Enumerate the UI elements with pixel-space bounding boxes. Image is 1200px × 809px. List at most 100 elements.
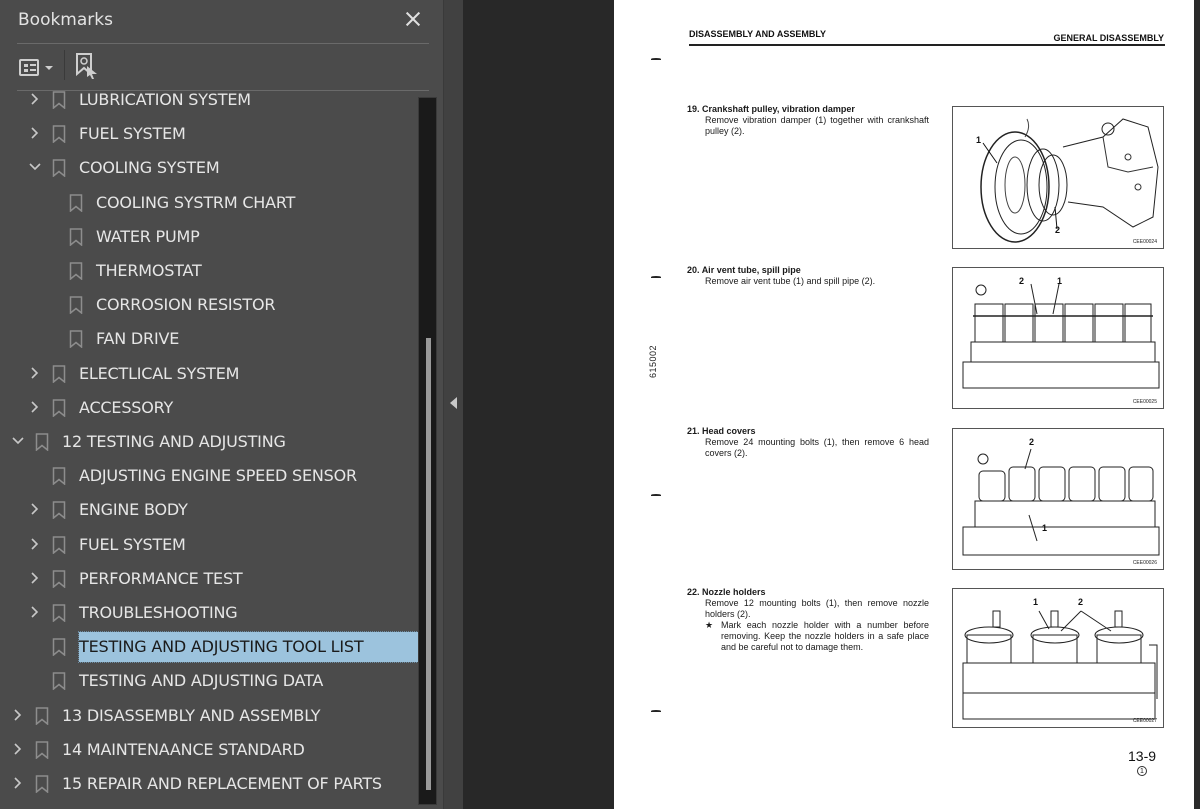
bookmark-item[interactable]: ENGINE BODY	[0, 493, 418, 527]
callout-label: 1	[1042, 523, 1048, 533]
callout-label: 1	[1057, 276, 1063, 286]
figure-crankshaft-pulley: 1 2 CEE00024	[952, 106, 1164, 249]
toolbar-divider	[64, 50, 65, 80]
binding-mark	[651, 58, 661, 60]
bookmark-icon	[52, 501, 66, 520]
bookmark-item[interactable]: COOLING SYSTRM CHART	[0, 186, 418, 220]
find-current-bookmark-icon	[76, 53, 97, 79]
figure-code: CEE00024	[1132, 239, 1157, 245]
bookmark-item[interactable]: 14 MAINTENAANCE STANDARD	[0, 733, 418, 767]
options-menu-button[interactable]	[17, 54, 59, 80]
figure-code: CEE00025	[1132, 399, 1157, 405]
callout-label: 2	[1029, 437, 1035, 447]
bookmark-item[interactable]: LUBRICATION SYSTEM	[0, 91, 418, 117]
bookmark-item[interactable]: FAN DRIVE	[0, 322, 418, 356]
cylinder-head-illustration	[962, 283, 1160, 389]
binding-mark	[651, 276, 661, 278]
binding-mark	[651, 710, 661, 712]
bookmark-icon	[35, 741, 49, 760]
step-number: 22.	[687, 587, 700, 597]
close-icon[interactable]	[400, 6, 426, 32]
header-rule	[689, 44, 1165, 46]
bookmark-label: ACCESSORY	[79, 397, 174, 417]
bookmarks-scrollbar[interactable]	[418, 97, 437, 805]
bookmark-icon	[52, 159, 66, 178]
bookmark-label: TESTING AND ADJUSTING DATA	[79, 671, 324, 691]
side-code: 615002	[648, 344, 658, 378]
chevron-right-icon[interactable]	[28, 126, 42, 140]
chevron-down-icon	[45, 66, 53, 70]
figure-nozzle-holders: 1 2 CEE00027	[952, 588, 1164, 728]
step-22: 22. Nozzle holders Remove 12 mounting bo…	[687, 587, 929, 653]
figure-code: CEE00026	[1132, 560, 1157, 566]
step-body: Remove 24 mounting bolts (1), then remov…	[705, 437, 929, 458]
bookmark-item[interactable]: 13 DISASSEMBLY AND ASSEMBLY	[0, 699, 418, 733]
figure-air-vent-tube: 2 1 CEE00025	[952, 267, 1164, 409]
bookmark-item[interactable]: COOLING SYSTEM	[0, 151, 418, 185]
page-header-left: DISASSEMBLY AND ASSEMBLY	[689, 29, 827, 39]
callout-label: 1	[976, 135, 982, 145]
collapse-panel-button[interactable]	[443, 0, 463, 809]
bookmark-item[interactable]: PERFORMANCE TEST	[0, 562, 418, 596]
chevron-right-icon[interactable]	[11, 776, 25, 790]
bookmark-label: TROUBLESHOOTING	[79, 603, 238, 622]
bookmark-tree: LUBRICATION SYSTEM FUEL SYSTEM COOLING SYS…	[0, 91, 418, 809]
bookmark-icon	[52, 125, 66, 144]
bookmark-item[interactable]: 12 TESTING AND ADJUSTING	[0, 425, 418, 459]
callout-label: 2	[1078, 597, 1084, 607]
bookmarks-header: Bookmarks	[0, 0, 443, 44]
bookmark-item[interactable]: WATER PUMP	[0, 220, 418, 254]
bookmark-label: ADJUSTING ENGINE SPEED SENSOR	[79, 466, 357, 486]
head-covers-illustration	[962, 448, 1160, 556]
bookmark-icon	[52, 570, 66, 589]
bookmark-item[interactable]: CORROSION RESISTOR	[0, 288, 418, 322]
step-number: 19.	[687, 104, 700, 114]
chevron-down-icon[interactable]	[11, 434, 25, 448]
chevron-right-icon[interactable]	[28, 366, 42, 380]
bookmark-icon	[52, 399, 66, 418]
scrollbar-thumb[interactable]	[426, 338, 431, 790]
bookmark-icon	[69, 228, 83, 247]
bookmark-icon	[35, 433, 49, 452]
find-current-bookmark-button[interactable]	[74, 52, 100, 80]
figure-code: CEE00027	[1132, 718, 1157, 724]
chevron-right-icon[interactable]	[28, 400, 42, 414]
chevron-right-icon[interactable]	[28, 571, 42, 585]
chevron-down-icon[interactable]	[28, 160, 42, 174]
bookmark-item[interactable]: ELECTLICAL SYSTEM	[0, 357, 418, 391]
bookmark-item[interactable]: ACCESSORY	[0, 391, 418, 425]
nozzle-holders-illustration	[962, 610, 1158, 720]
chevron-right-icon[interactable]	[28, 537, 42, 551]
bookmark-icon	[69, 262, 83, 281]
bookmark-icon	[52, 535, 66, 555]
bookmark-label: COOLING SYSTRM CHART	[96, 192, 296, 212]
list-options-icon	[19, 59, 39, 76]
bookmark-item[interactable]: TESTING AND ADJUSTING TOOL LIST	[0, 630, 418, 664]
callout-label: 2	[1019, 276, 1025, 286]
bookmark-item[interactable]: ADJUSTING ENGINE SPEED SENSOR	[0, 459, 418, 493]
viewer-edge	[1194, 0, 1200, 809]
chevron-right-icon[interactable]	[28, 502, 42, 516]
bookmark-item[interactable]: THERMOSTAT	[0, 254, 418, 288]
bookmark-label: 13 DISASSEMBLY AND ASSEMBLY	[62, 705, 321, 725]
chevron-right-icon[interactable]	[11, 708, 25, 722]
bookmark-icon	[52, 467, 66, 486]
figure-head-covers: 2 1 CEE00026	[952, 428, 1164, 570]
bookmark-label: PERFORMANCE TEST	[79, 568, 243, 588]
step-number: 20.	[687, 265, 700, 275]
bookmark-item[interactable]: 15 REPAIR AND REPLACEMENT OF PARTS	[0, 767, 418, 801]
chevron-right-icon[interactable]	[28, 92, 42, 106]
bookmark-label: ENGINE BODY	[79, 500, 188, 520]
bookmarks-panel: Bookmarks LUBRICATION SYSTEM FUEL SYSTEM C…	[0, 0, 443, 809]
bookmark-item[interactable]: TESTING AND ADJUSTING DATA	[0, 664, 418, 698]
bookmark-label: COOLING SYSTEM	[79, 158, 220, 178]
bookmark-item[interactable]: FUEL SYSTEM	[0, 528, 418, 562]
bookmark-item[interactable]: FUEL SYSTEM	[0, 117, 418, 151]
bookmark-icon	[52, 638, 66, 657]
chevron-right-icon[interactable]	[11, 742, 25, 756]
step-19: 19. Crankshaft pulley, vibration damper …	[687, 104, 929, 137]
bookmark-item[interactable]: TROUBLESHOOTING	[0, 596, 418, 630]
callout-label: 2	[1055, 225, 1061, 235]
chevron-right-icon[interactable]	[28, 605, 42, 619]
bookmark-label: LUBRICATION SYSTEM	[79, 91, 251, 109]
